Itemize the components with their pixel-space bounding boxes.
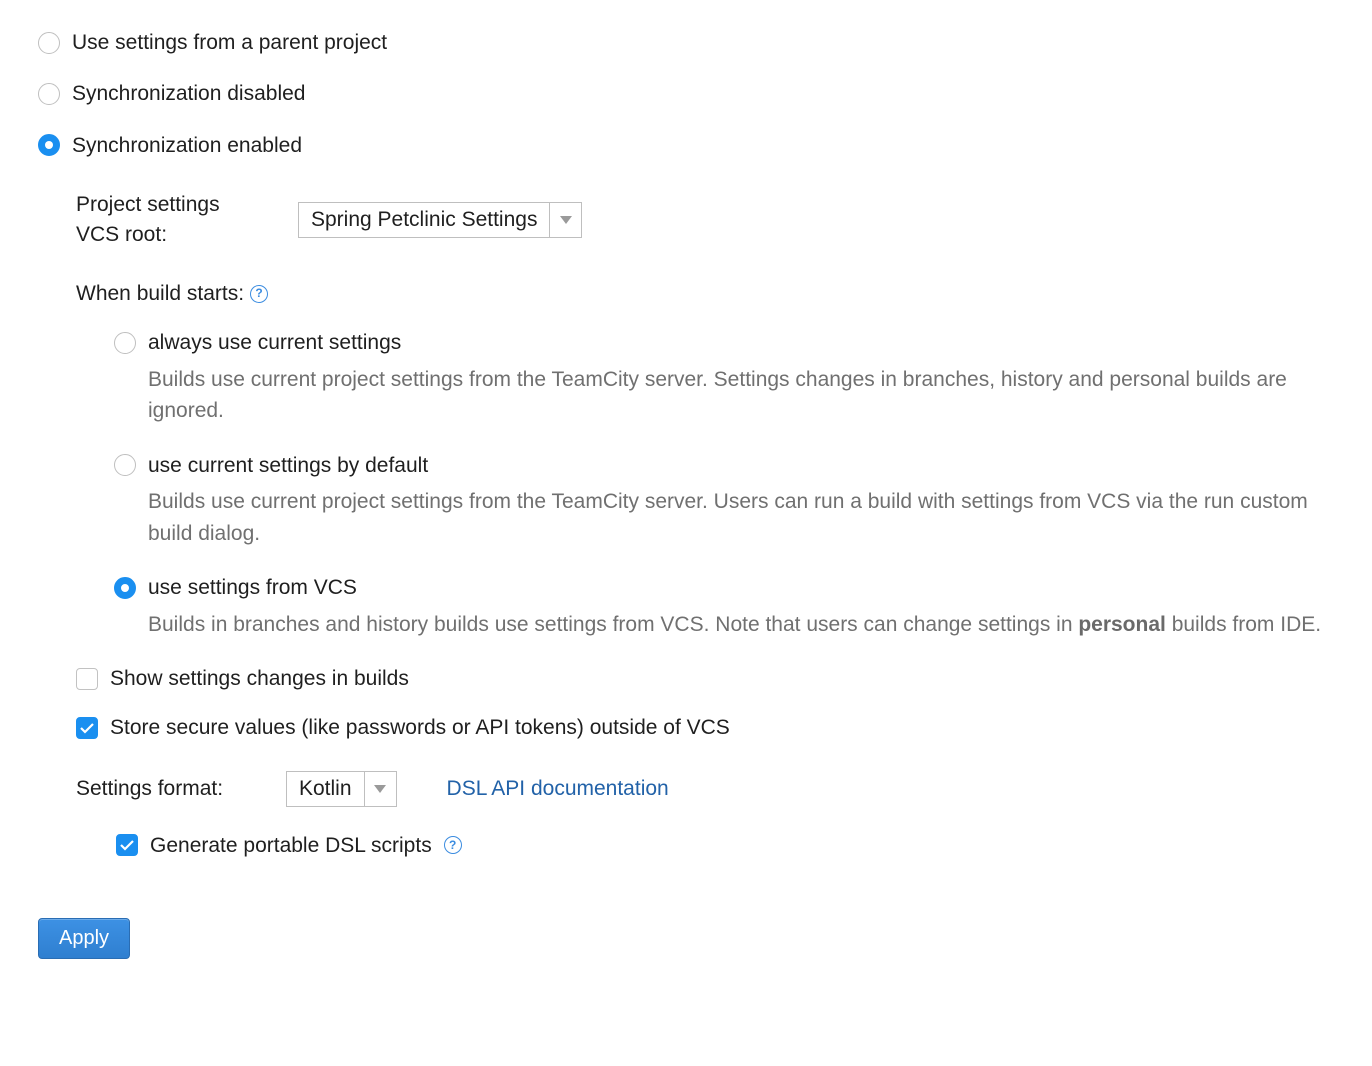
sync-option-enabled[interactable]: Synchronization enabled: [38, 131, 1334, 160]
radio-icon[interactable]: [38, 32, 60, 54]
vcs-root-select-value: Spring Petclinic Settings: [299, 205, 549, 234]
settings-format-row: Settings format: Kotlin DSL API document…: [76, 771, 1334, 807]
when-option-vcs: use settings from VCS Builds in branches…: [114, 573, 1334, 640]
sync-option-disabled[interactable]: Synchronization disabled: [38, 79, 1334, 108]
vcs-root-select[interactable]: Spring Petclinic Settings: [298, 202, 582, 238]
portable-dsl-checkbox-row[interactable]: Generate portable DSL scripts ?: [116, 831, 1334, 860]
when-option-always-header[interactable]: always use current settings: [114, 328, 1334, 357]
help-icon[interactable]: ?: [444, 836, 462, 854]
checkbox-icon[interactable]: [116, 834, 138, 856]
checkbox-icon[interactable]: [76, 668, 98, 690]
store-secure-checkbox-row[interactable]: Store secure values (like passwords or A…: [76, 713, 1334, 742]
when-option-vcs-header[interactable]: use settings from VCS: [114, 573, 1334, 602]
settings-format-value: Kotlin: [287, 774, 364, 803]
vcs-root-field: Project settings VCS root: Spring Petcli…: [76, 190, 1334, 249]
chevron-down-icon: [364, 772, 396, 806]
chevron-down-icon: [549, 203, 581, 237]
help-icon[interactable]: ?: [250, 285, 268, 303]
radio-icon[interactable]: [114, 577, 136, 599]
sync-option-parent-label: Use settings from a parent project: [72, 28, 387, 57]
settings-format-select[interactable]: Kotlin: [286, 771, 397, 807]
when-option-default-title: use current settings by default: [148, 451, 428, 480]
when-build-starts-label: When build starts:: [76, 279, 244, 308]
sync-option-enabled-label: Synchronization enabled: [72, 131, 302, 160]
portable-dsl-label: Generate portable DSL scripts: [150, 831, 432, 860]
when-option-vcs-desc: Builds in branches and history builds us…: [148, 609, 1334, 641]
dsl-doc-link[interactable]: DSL API documentation: [447, 774, 669, 803]
show-changes-label: Show settings changes in builds: [110, 664, 409, 693]
radio-icon[interactable]: [38, 134, 60, 156]
store-secure-label: Store secure values (like passwords or A…: [110, 713, 730, 742]
when-option-vcs-desc-prefix: Builds in branches and history builds us…: [148, 613, 1078, 636]
vcs-root-label: Project settings VCS root:: [76, 190, 298, 249]
checkbox-icon[interactable]: [76, 717, 98, 739]
vcs-root-label-line1: Project settings: [76, 190, 298, 219]
when-option-always-desc: Builds use current project settings from…: [148, 364, 1334, 427]
when-option-default-desc: Builds use current project settings from…: [148, 486, 1334, 549]
show-changes-checkbox-row[interactable]: Show settings changes in builds: [76, 664, 1334, 693]
when-option-vcs-desc-suffix: builds from IDE.: [1166, 613, 1321, 636]
when-option-default: use current settings by default Builds u…: [114, 451, 1334, 549]
when-build-starts-label-row: When build starts: ?: [76, 279, 1334, 308]
when-option-vcs-desc-bold: personal: [1078, 613, 1166, 636]
vcs-root-label-line2: VCS root:: [76, 220, 298, 249]
when-option-default-header[interactable]: use current settings by default: [114, 451, 1334, 480]
when-option-always: always use current settings Builds use c…: [114, 328, 1334, 426]
when-option-vcs-title: use settings from VCS: [148, 573, 357, 602]
settings-format-label: Settings format:: [76, 774, 266, 803]
radio-icon[interactable]: [114, 454, 136, 476]
radio-icon[interactable]: [114, 332, 136, 354]
sync-option-parent[interactable]: Use settings from a parent project: [38, 28, 1334, 57]
radio-icon[interactable]: [38, 83, 60, 105]
when-option-always-title: always use current settings: [148, 328, 401, 357]
sync-option-disabled-label: Synchronization disabled: [72, 79, 305, 108]
apply-button[interactable]: Apply: [38, 918, 130, 959]
